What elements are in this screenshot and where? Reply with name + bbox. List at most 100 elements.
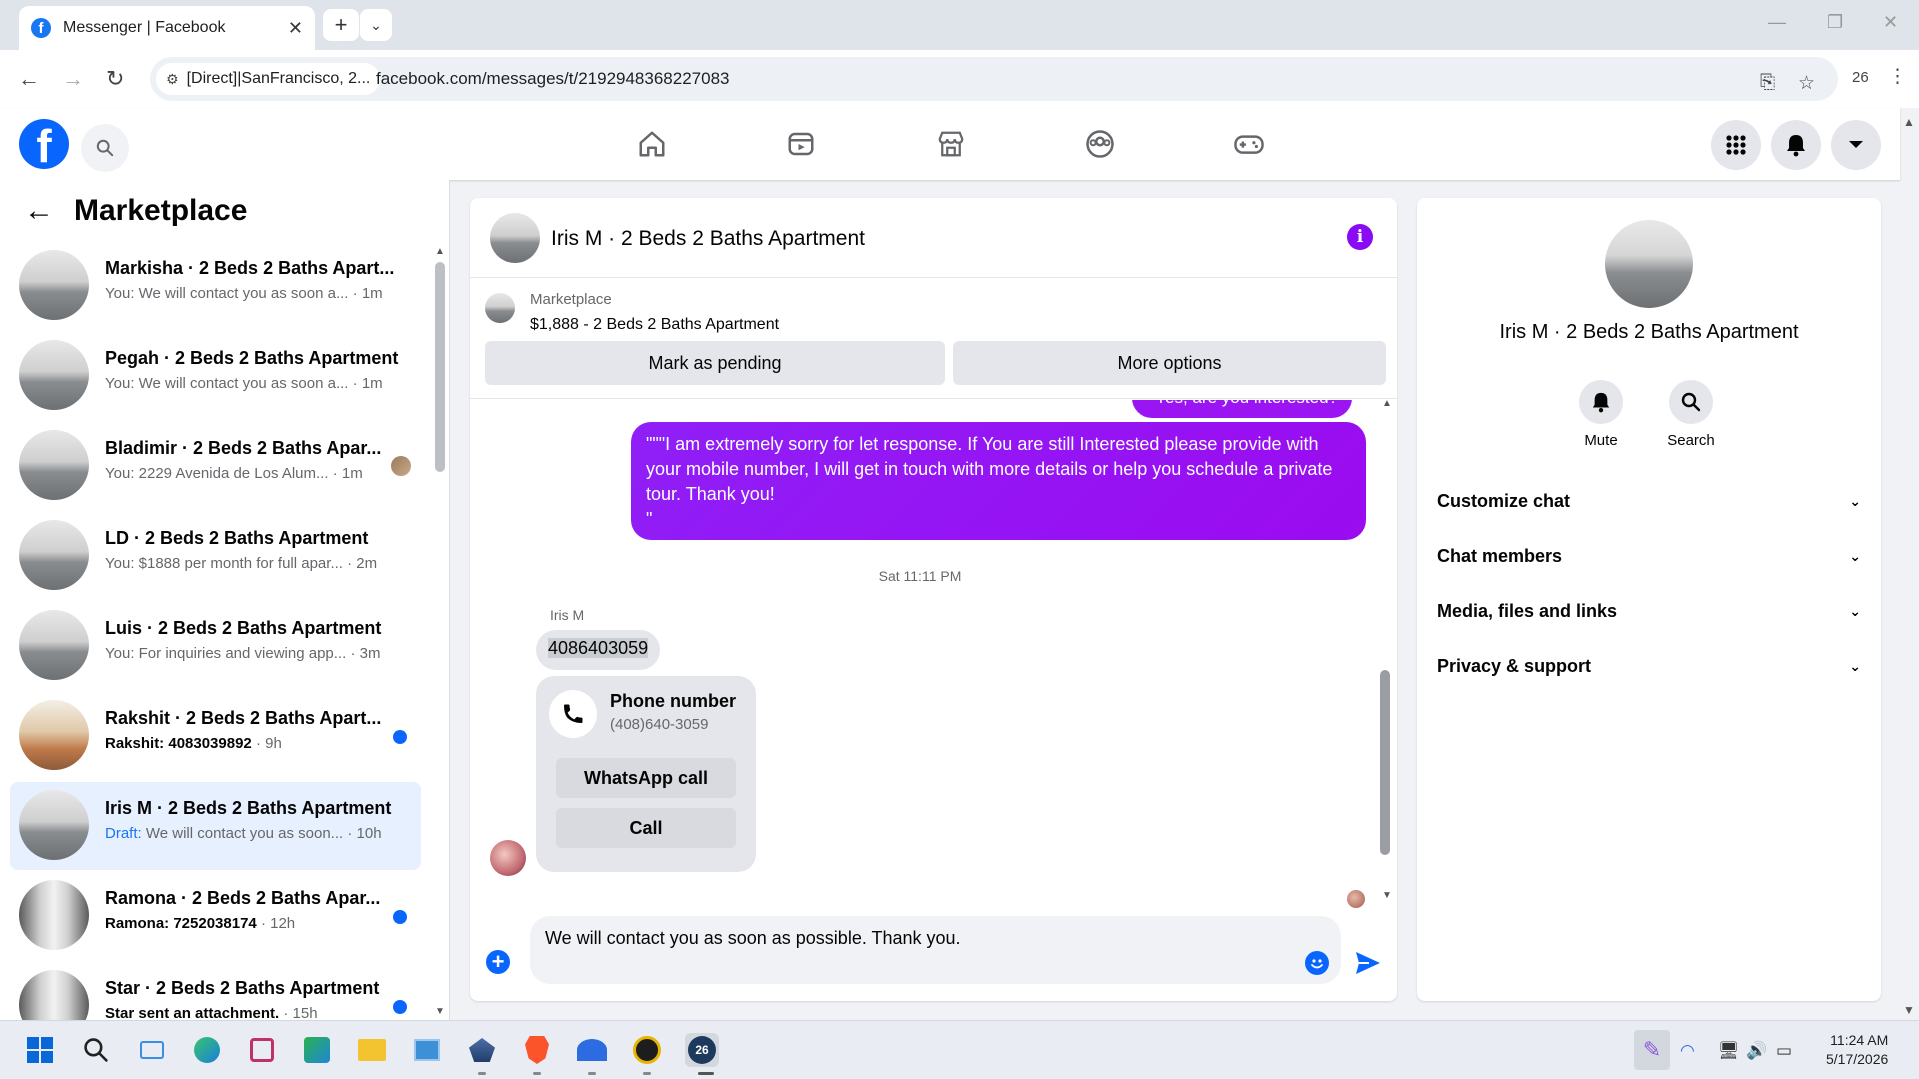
- close-tab-icon[interactable]: ✕: [288, 18, 303, 39]
- tray-vpn-icon[interactable]: ◠: [1680, 1041, 1695, 1061]
- edge-browser-icon[interactable]: [190, 1033, 224, 1067]
- groups-nav-icon[interactable]: [1084, 128, 1116, 160]
- omnibox[interactable]: ⚙ [Direct]|SanFrancisco, 2... facebook.c…: [150, 57, 1838, 101]
- vpn-app-icon[interactable]: [575, 1033, 609, 1067]
- bookmark-star-icon[interactable]: ☆: [1798, 72, 1815, 95]
- conversation-title: Iris M · 2 Beds 2 Baths Apartment: [1499, 321, 1799, 343]
- conversation-item[interactable]: Pegah · 2 Beds 2 Baths Apartment You: We…: [10, 332, 421, 420]
- back-arrow-icon[interactable]: ←: [18, 66, 40, 92]
- emoji-icon[interactable]: [1305, 951, 1329, 975]
- facebook-logo-icon[interactable]: f: [19, 119, 69, 169]
- sender-avatar[interactable]: [490, 840, 526, 876]
- snipping-tool-icon[interactable]: [245, 1033, 279, 1067]
- battery-icon[interactable]: ▭: [1776, 1041, 1792, 1061]
- network-app-icon[interactable]: [465, 1033, 499, 1067]
- account-menu-button[interactable]: [1831, 120, 1881, 170]
- search-in-conversation-button[interactable]: Search: [1651, 380, 1731, 449]
- volume-icon[interactable]: 🔊: [1746, 1041, 1767, 1061]
- whatsapp-call-button[interactable]: WhatsApp call: [556, 758, 736, 798]
- pen-menu-icon[interactable]: ✎: [1634, 1030, 1670, 1070]
- page-scroll-down-icon[interactable]: ▼: [1903, 1003, 1915, 1017]
- video-nav-icon[interactable]: [785, 128, 817, 160]
- ixbrowser-icon[interactable]: [630, 1033, 664, 1067]
- menu-grid-button[interactable]: [1711, 120, 1761, 170]
- file-explorer-icon[interactable]: [355, 1033, 389, 1067]
- windows-start-icon[interactable]: [23, 1033, 57, 1067]
- tab-search-chevron-icon[interactable]: ⌄: [360, 9, 392, 41]
- scroll-down-arrow-icon[interactable]: ▼: [1382, 890, 1392, 901]
- browser-tab[interactable]: f Messenger | Facebook ✕: [19, 6, 315, 50]
- send-icon[interactable]: [1354, 950, 1382, 981]
- info-icon[interactable]: i: [1347, 224, 1373, 250]
- conversation-preview: Star sent an attachment. · 15h: [105, 1005, 318, 1020]
- system-clock[interactable]: 11:24 AM 5/17/2026: [1826, 1031, 1888, 1069]
- notifications-button[interactable]: [1771, 120, 1821, 170]
- add-attachment-plus-icon[interactable]: +: [486, 950, 510, 974]
- control-panel-icon[interactable]: [410, 1033, 444, 1067]
- site-info-chip[interactable]: ⚙ [Direct]|SanFrancisco, 2...: [156, 63, 381, 95]
- conversation-item[interactable]: Rakshit · 2 Beds 2 Baths Apart... Rakshi…: [10, 692, 421, 780]
- conversation-item[interactable]: Star · 2 Beds 2 Baths Apartment Star sen…: [10, 962, 421, 1020]
- conversation-item[interactable]: Ramona · 2 Beds 2 Baths Apar... Ramona: …: [10, 872, 421, 960]
- chat-members-section[interactable]: Chat members ⌄: [1437, 536, 1861, 576]
- listing-avatar: [19, 610, 89, 680]
- media-files-links-section[interactable]: Media, files and links ⌄: [1437, 591, 1861, 631]
- taskbar-search-icon[interactable]: [79, 1033, 113, 1067]
- minimize-icon[interactable]: —: [1768, 12, 1786, 33]
- facebook-favicon-icon: f: [31, 18, 51, 38]
- restore-icon[interactable]: ❐: [1827, 12, 1843, 33]
- listing-label: Marketplace: [530, 291, 612, 308]
- task-view-icon[interactable]: [135, 1033, 169, 1067]
- thread-scrollbar[interactable]: [1380, 670, 1390, 855]
- scroll-up-arrow-icon[interactable]: ▲: [1382, 400, 1392, 409]
- back-arrow-icon[interactable]: ←: [24, 194, 54, 228]
- search-label: Search: [1667, 432, 1715, 449]
- chat-title[interactable]: Iris M · 2 Beds 2 Baths Apartment: [551, 227, 865, 251]
- browser-menu-icon[interactable]: ⋮: [1888, 65, 1907, 88]
- mark-as-pending-button[interactable]: Mark as pending: [485, 341, 945, 385]
- message-input[interactable]: We will contact you as soon as possible.…: [530, 916, 1341, 984]
- more-options-button[interactable]: More options: [953, 341, 1386, 385]
- panel-title: Marketplace: [74, 194, 248, 227]
- new-tab-button[interactable]: +: [323, 9, 359, 41]
- marketplace-nav-icon[interactable]: [935, 128, 967, 160]
- url-text[interactable]: facebook.com/messages/t/2192948368227083: [376, 69, 729, 89]
- forward-arrow-icon[interactable]: →: [62, 66, 84, 92]
- listing-thumbnail[interactable]: [485, 293, 515, 323]
- gaming-nav-icon[interactable]: [1233, 128, 1265, 160]
- network-icon[interactable]: 🖥: [1718, 1041, 1740, 1061]
- customize-chat-section[interactable]: Customize chat ⌄: [1437, 481, 1861, 521]
- conversation-list-scrollbar[interactable]: [435, 262, 445, 472]
- profile-badge[interactable]: 26: [1852, 69, 1869, 86]
- grid-icon: [1726, 135, 1746, 155]
- call-button[interactable]: Call: [556, 808, 736, 848]
- conversation-item[interactable]: LD · 2 Beds 2 Baths Apartment You: $1888…: [10, 512, 421, 600]
- site-chip-label: [Direct]|SanFrancisco, 2...: [186, 70, 371, 87]
- conversation-name: Ramona · 2 Beds 2 Baths Apar...: [105, 888, 381, 908]
- conversation-item[interactable]: Bladimir · 2 Beds 2 Baths Apar... You: 2…: [10, 422, 421, 510]
- brave-browser-icon[interactable]: [520, 1033, 554, 1067]
- store-app-icon[interactable]: [300, 1033, 334, 1067]
- install-app-icon[interactable]: ⎘: [1760, 72, 1775, 94]
- listing-title[interactable]: $1,888 - 2 Beds 2 Baths Apartment: [530, 316, 779, 334]
- conversation-item[interactable]: Markisha · 2 Beds 2 Baths Apart... You: …: [10, 242, 421, 330]
- conversation-item-active[interactable]: Iris M · 2 Beds 2 Baths Apartment Draft:…: [10, 782, 421, 870]
- privacy-support-section[interactable]: Privacy & support ⌄: [1437, 646, 1861, 686]
- clock-date: 5/17/2026: [1826, 1051, 1889, 1067]
- scroll-down-arrow-icon[interactable]: ▼: [435, 1006, 445, 1017]
- browser-profile-26-icon[interactable]: 26: [685, 1033, 719, 1067]
- scroll-up-arrow-icon[interactable]: ▲: [435, 246, 445, 257]
- page-scroll-up-icon[interactable]: ▲: [1903, 115, 1915, 129]
- chat-avatar[interactable]: [490, 213, 540, 263]
- home-nav-icon[interactable]: [636, 128, 668, 160]
- search-facebook-button[interactable]: [81, 124, 129, 172]
- mute-button[interactable]: Mute: [1561, 380, 1641, 449]
- conversation-list-panel: ← Marketplace Markisha · 2 Beds 2 Baths …: [0, 180, 450, 1020]
- close-window-icon[interactable]: ✕: [1883, 12, 1898, 33]
- reload-icon[interactable]: ↻: [106, 66, 124, 92]
- clock-time: 11:24 AM: [1830, 1032, 1889, 1048]
- profile-avatar[interactable]: [1605, 220, 1693, 308]
- conversation-name: Rakshit · 2 Beds 2 Baths Apart...: [105, 708, 382, 728]
- conversation-item[interactable]: Luis · 2 Beds 2 Baths Apartment You: For…: [10, 602, 421, 690]
- listing-avatar: [19, 520, 89, 590]
